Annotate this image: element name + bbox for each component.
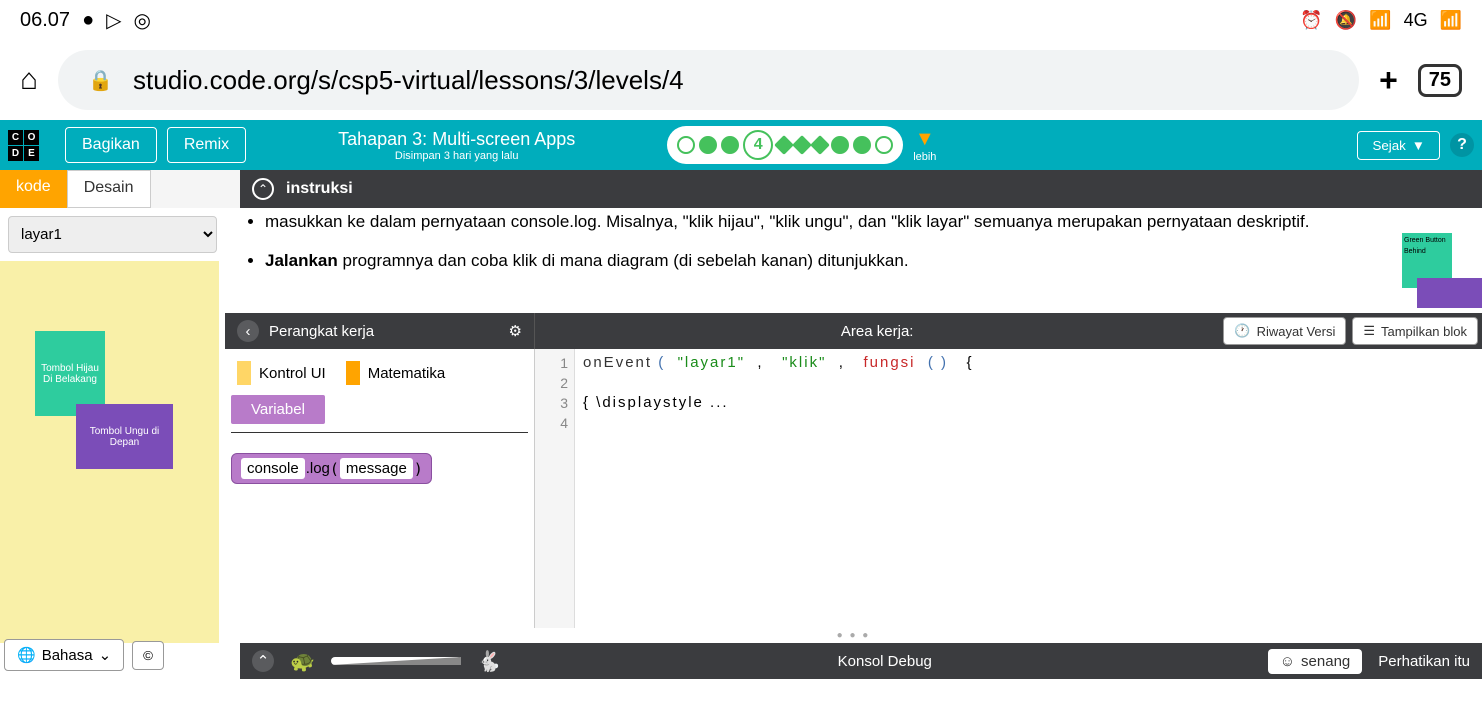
instructions-label: instruksi	[286, 180, 353, 198]
stage-title: Tahapan 3: Multi-screen Apps	[256, 129, 657, 150]
play-icon: ▷	[106, 8, 121, 33]
console-expand-icon[interactable]: ⌃	[252, 650, 274, 672]
chevron-down-icon: ⌄	[99, 646, 112, 664]
level-pill-8[interactable]	[831, 136, 849, 154]
level-pill-7[interactable]	[810, 135, 830, 155]
left-panel: layar1 Tombol Hijau Di Belakang Tombol U…	[0, 208, 225, 643]
home-icon[interactable]: ⌂	[20, 63, 38, 97]
debug-console-bar: ⌃ 🐢 🐇 Konsol Debug ☺ senang Perhatikan i…	[240, 643, 1482, 679]
toolbox-title-bar: ‹ Perangkat kerja ⚙	[225, 313, 535, 349]
lock-icon: 🔒	[88, 68, 113, 93]
instructions-header[interactable]: ⌃ instruksi	[240, 170, 1482, 208]
turtle-icon: 🐢	[290, 649, 315, 674]
resize-handle[interactable]: ● ● ●	[225, 628, 1482, 643]
instruction-diagram: Green Button Behind	[1352, 218, 1482, 308]
footer-left: 🌐 Bahasa ⌄ ©	[0, 635, 168, 675]
level-pill-9[interactable]	[853, 136, 871, 154]
chat-icon: ●	[82, 9, 94, 32]
category-variable[interactable]: Variabel	[231, 395, 325, 424]
tab-code[interactable]: kode	[0, 170, 67, 208]
browser-toolbar: ⌂ 🔒 studio.code.org/s/csp5-virtual/lesso…	[0, 40, 1482, 120]
rabbit-icon: 🐇	[477, 649, 502, 674]
console-title: Konsol Debug	[518, 653, 1252, 670]
chevron-down-icon: ▼	[1412, 138, 1425, 153]
level-pill-6[interactable]	[792, 135, 812, 155]
category-math[interactable]: Matematika	[346, 361, 446, 385]
level-pill-10[interactable]	[875, 136, 893, 154]
level-pill-3[interactable]	[721, 136, 739, 154]
right-area: masukkan ke dalam pernyataan console.log…	[225, 208, 1482, 643]
main-content: layar1 Tombol Hijau Di Belakang Tombol U…	[0, 208, 1482, 643]
screen-select[interactable]: layar1	[8, 216, 217, 253]
share-button[interactable]: Bagikan	[65, 127, 157, 163]
remix-button[interactable]: Remix	[167, 127, 246, 163]
stage-info: Tahapan 3: Multi-screen Apps Disimpan 3 …	[256, 129, 657, 162]
ui-control-swatch	[237, 361, 251, 385]
show-blocks-button[interactable]: ☰ Tampilkan blok	[1352, 317, 1478, 345]
saved-text: Disimpan 3 hari yang lalu	[256, 150, 657, 162]
watch-label: Perhatikan itu	[1378, 653, 1470, 670]
toolbox-panel: Kontrol UI Matematika Variabel console.l…	[225, 349, 535, 628]
help-icon[interactable]: ?	[1450, 133, 1474, 157]
network-label: 4G	[1404, 10, 1428, 31]
more-arrow-icon[interactable]: ▼	[913, 128, 936, 151]
level-pill-2[interactable]	[699, 136, 717, 154]
toolbox-title: Perangkat kerja	[269, 323, 374, 340]
level-pill-4-current[interactable]: 4	[743, 130, 773, 160]
line-gutter: 1 2 3 4	[535, 349, 575, 628]
speed-slider[interactable]	[331, 657, 461, 665]
version-history-button[interactable]: 🕐 Riwayat Versi	[1223, 317, 1346, 345]
mute-icon: 🔕	[1335, 10, 1357, 31]
level-progress: 4	[667, 126, 903, 164]
tab-count-button[interactable]: 75	[1418, 64, 1462, 97]
toolbox-back-icon[interactable]: ‹	[237, 320, 259, 342]
smile-icon: ☺	[1280, 653, 1295, 670]
toolbox-header: ‹ Perangkat kerja ⚙ Area kerja: 🕐 Riwaya…	[225, 313, 1482, 349]
clock-icon: 🕐	[1234, 323, 1250, 339]
console-log-block[interactable]: console.log(message)	[231, 453, 432, 484]
copyright-button[interactable]: ©	[132, 641, 164, 670]
workspace-title: Area kerja:	[535, 313, 1219, 349]
level-pill-1[interactable]	[677, 136, 695, 154]
code-text[interactable]: onEvent ( "layar1" , "klik" , fungsi ( )…	[575, 349, 1482, 628]
code-org-logo[interactable]: CO DE	[8, 130, 55, 161]
feedback-button[interactable]: ☺ senang	[1268, 649, 1363, 674]
chrome-icon: ◎	[134, 8, 151, 33]
tab-row: kode Desain ⌃ instruksi	[0, 170, 1482, 208]
instruction-line-1: masukkan ke dalam pernyataan console.log…	[265, 208, 1462, 235]
instruction-line-2: Jalankan programnya dan coba klik di man…	[265, 247, 1462, 274]
more-label: lebih	[913, 151, 936, 163]
preview-purple-button[interactable]: Tombol Ungu di Depan	[76, 404, 173, 469]
app-header: CO DE Bagikan Remix Tahapan 3: Multi-scr…	[0, 120, 1482, 170]
math-swatch	[346, 361, 360, 385]
language-button[interactable]: 🌐 Bahasa ⌄	[4, 639, 124, 671]
signal2-icon: 📶	[1440, 10, 1462, 31]
status-time: 06.07	[20, 9, 70, 32]
collapse-icon[interactable]: ⌃	[252, 178, 274, 200]
globe-icon: 🌐	[17, 646, 36, 664]
level-pill-5[interactable]	[774, 135, 794, 155]
url-bar[interactable]: 🔒 studio.code.org/s/csp5-virtual/lessons…	[58, 50, 1359, 110]
diagram-purple-box	[1417, 278, 1482, 308]
signal-icon: 📶	[1369, 10, 1391, 31]
code-editor[interactable]: 1 2 3 4 onEvent ( "layar1" , "klik" , fu…	[535, 349, 1482, 628]
instructions-content: masukkan ke dalam pernyataan console.log…	[225, 208, 1482, 313]
alarm-icon: ⏰	[1300, 10, 1322, 31]
tab-design[interactable]: Desain	[67, 170, 151, 208]
new-tab-icon[interactable]: +	[1379, 62, 1398, 99]
android-status-bar: 06.07 ● ▷ ◎ ⏰ 🔕 📶 4G 📶	[0, 0, 1482, 40]
url-text: studio.code.org/s/csp5-virtual/lessons/3…	[133, 65, 684, 96]
phone-preview[interactable]: Tombol Hijau Di Belakang Tombol Ungu di …	[0, 261, 219, 643]
gear-icon[interactable]: ⚙	[509, 322, 522, 340]
since-button[interactable]: Sejak ▼	[1357, 131, 1440, 160]
category-ui-control[interactable]: Kontrol UI	[237, 361, 326, 385]
toolbox-body: Kontrol UI Matematika Variabel console.l…	[225, 349, 1482, 628]
blocks-icon: ☰	[1363, 323, 1375, 339]
